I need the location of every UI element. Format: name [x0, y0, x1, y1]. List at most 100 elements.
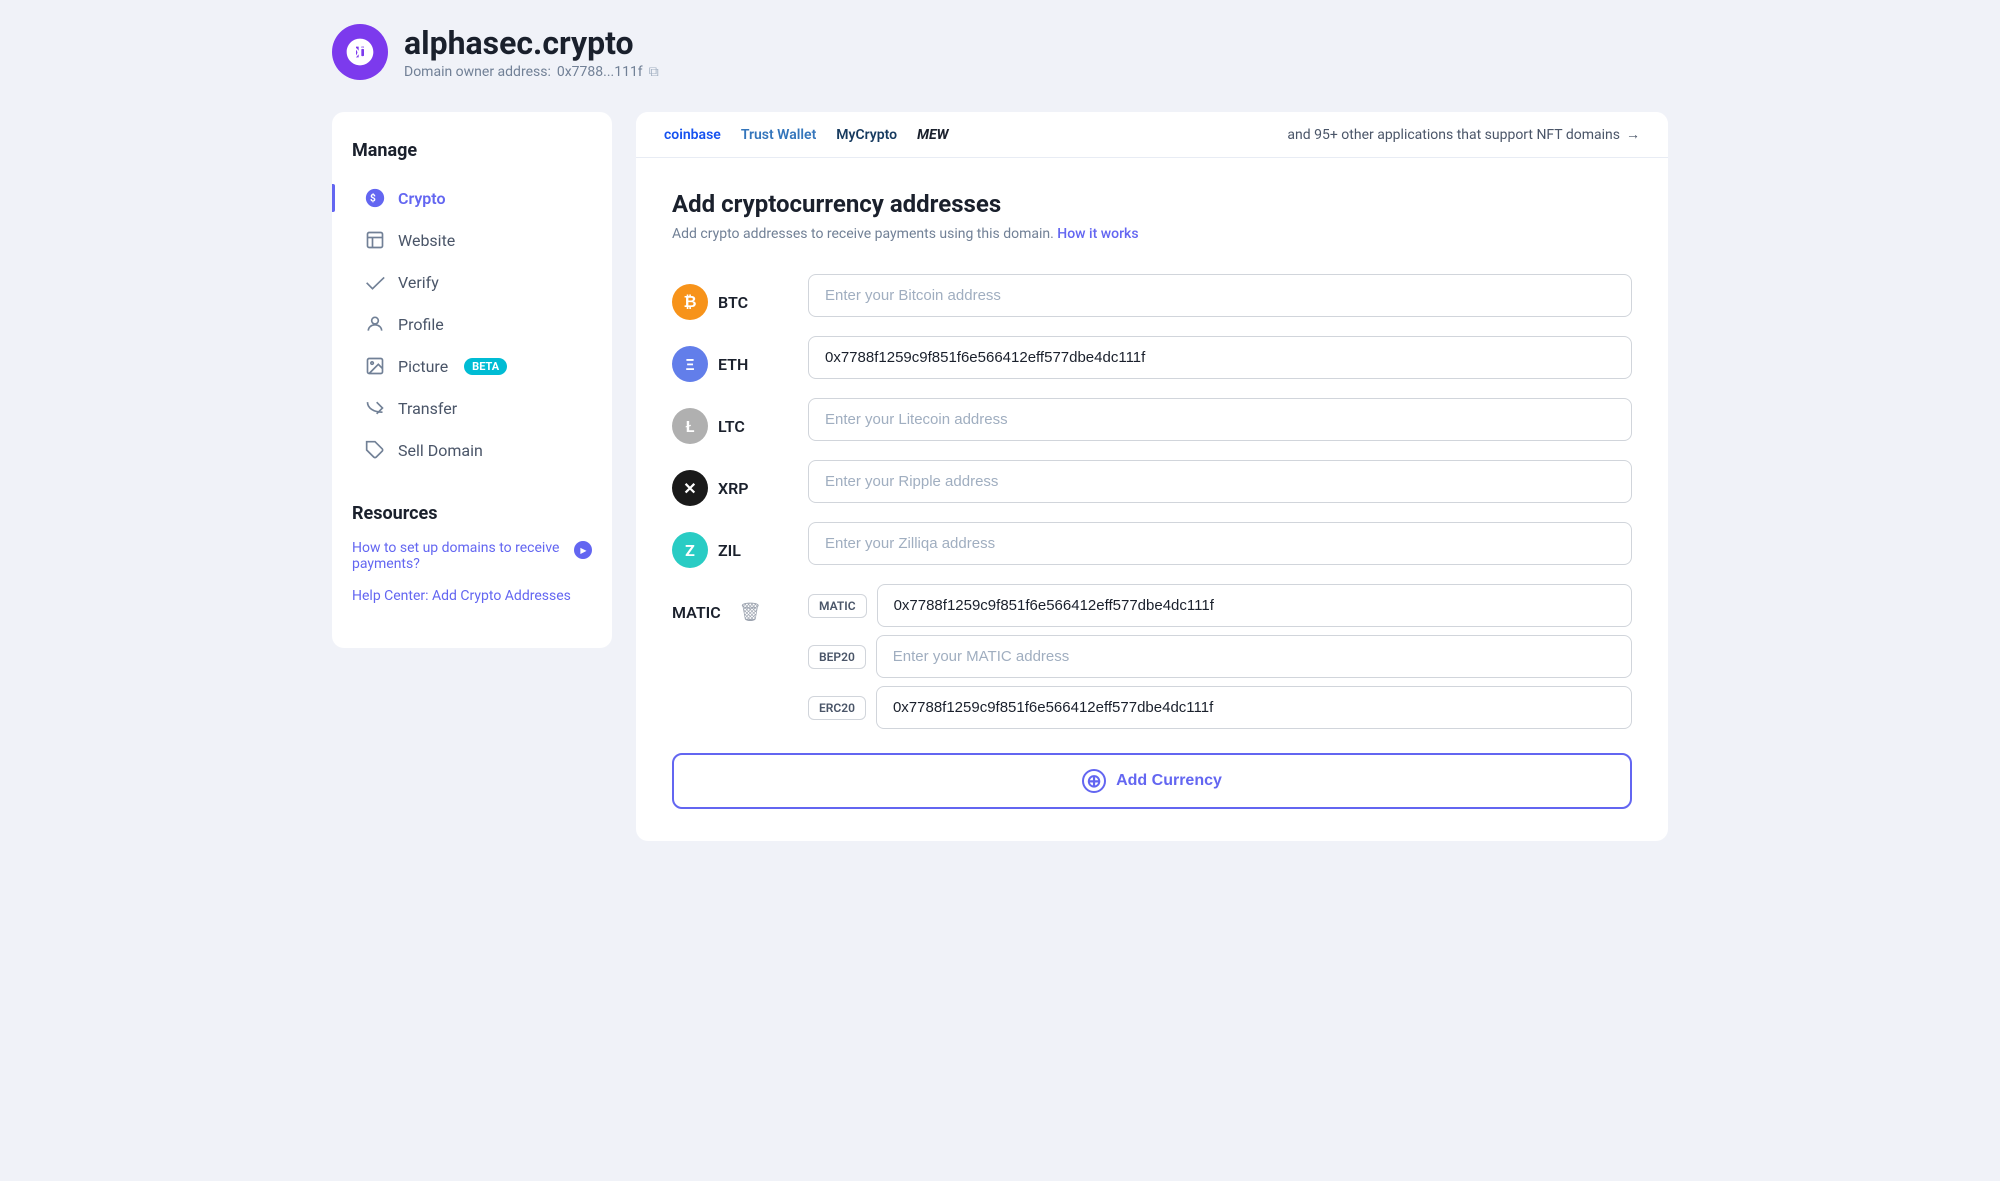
- setup-domains-text: How to set up domains to receive payment…: [352, 540, 568, 572]
- sidebar: Manage $ Crypto: [332, 112, 612, 648]
- crypto-icon: $: [364, 187, 386, 209]
- eth-ticker: ETH: [718, 355, 748, 374]
- matic-actions: MATIC 🗑: [672, 584, 770, 631]
- matic-label-area: MATIC 🗑: [672, 584, 792, 631]
- manage-title: Manage: [352, 140, 592, 161]
- sidebar-item-picture[interactable]: Picture BETA: [352, 345, 592, 387]
- owner-address: 0x7788...111f: [557, 64, 643, 80]
- owner-label: Domain owner address:: [404, 64, 551, 80]
- sidebar-item-verify[interactable]: Verify: [352, 261, 592, 303]
- matic-ticker: MATIC: [672, 603, 721, 622]
- sidebar-item-label: Transfer: [398, 399, 457, 418]
- zil-icon: Z: [672, 532, 708, 568]
- zil-inputs: [808, 522, 1632, 565]
- helpcenter-text: Help Center: Add Crypto Addresses: [352, 588, 571, 604]
- matic-matic-input[interactable]: [877, 584, 1632, 627]
- btc-inputs: [808, 274, 1632, 317]
- sidebar-item-crypto[interactable]: $ Crypto: [352, 177, 592, 219]
- xrp-ticker: XRP: [718, 479, 749, 498]
- section-desc: Add crypto addresses to receive payments…: [672, 226, 1632, 242]
- matic-tag-badge: MATIC: [808, 594, 867, 618]
- bep20-tag-badge: BEP20: [808, 645, 866, 669]
- svg-text:∞: ∞: [349, 41, 368, 63]
- verify-icon: [364, 271, 386, 293]
- sidebar-item-transfer[interactable]: Transfer: [352, 387, 592, 429]
- sidebar-item-label: Profile: [398, 315, 444, 334]
- page-header: ∞ alphasec.crypto Domain owner address: …: [332, 24, 1668, 80]
- profile-icon: [364, 313, 386, 335]
- matic-erc20-input[interactable]: [876, 686, 1632, 729]
- more-text: and 95+ other applications that support …: [1287, 127, 1620, 143]
- domain-name: alphasec.crypto: [404, 24, 659, 62]
- picture-icon: [364, 355, 386, 377]
- zil-row: Z ZIL: [672, 522, 1632, 568]
- xrp-row: ✕ XRP: [672, 460, 1632, 506]
- ltc-ticker: LTC: [718, 417, 745, 436]
- setup-domains-link[interactable]: How to set up domains to receive payment…: [352, 540, 592, 572]
- matic-input-row-1: MATIC: [808, 584, 1632, 627]
- sidebar-item-label: Picture: [398, 357, 448, 376]
- zil-label: Z ZIL: [672, 522, 792, 568]
- xrp-label: ✕ XRP: [672, 460, 792, 506]
- owner-subtitle: Domain owner address: 0x7788...111f ⧉: [404, 64, 659, 80]
- btc-ticker: BTC: [718, 293, 748, 312]
- ltc-row: Ł LTC: [672, 398, 1632, 444]
- section-title: Add cryptocurrency addresses: [672, 190, 1632, 218]
- sidebar-item-website[interactable]: Website: [352, 219, 592, 261]
- more-arrow: →: [1626, 126, 1640, 143]
- sidebar-item-sell[interactable]: Sell Domain: [352, 429, 592, 471]
- crypto-rows: ₿ BTC Ξ ETH: [672, 274, 1632, 729]
- matic-input-row-2: BEP20: [808, 635, 1632, 678]
- sidebar-item-label: Verify: [398, 273, 439, 292]
- sidebar-item-label: Crypto: [398, 189, 446, 208]
- how-it-works-link[interactable]: How it works: [1057, 226, 1138, 242]
- btc-label: ₿ BTC: [672, 274, 792, 320]
- ltc-label: Ł LTC: [672, 398, 792, 444]
- play-icon: [574, 541, 592, 559]
- coinbase-logo: coinbase: [664, 127, 721, 143]
- matic-input-row-3: ERC20: [808, 686, 1632, 729]
- eth-inputs: [808, 336, 1632, 379]
- app-bar: coinbase Trust Wallet MyCrypto MEW and 9…: [636, 112, 1668, 158]
- zil-input[interactable]: [808, 522, 1632, 565]
- xrp-icon: ✕: [672, 470, 708, 506]
- mycrypto-logo: MyCrypto: [836, 127, 897, 143]
- domain-logo: ∞: [332, 24, 388, 80]
- add-currency-button[interactable]: ⊕ Add Currency: [672, 753, 1632, 809]
- website-icon: [364, 229, 386, 251]
- matic-inputs: MATIC BEP20 ERC20: [808, 584, 1632, 729]
- trust-wallet-logo: Trust Wallet: [741, 127, 816, 143]
- header-text: alphasec.crypto Domain owner address: 0x…: [404, 24, 659, 80]
- add-currency-label: Add Currency: [1116, 772, 1222, 790]
- content-panel: coinbase Trust Wallet MyCrypto MEW and 9…: [636, 112, 1668, 841]
- copy-address-icon[interactable]: ⧉: [649, 64, 659, 80]
- btc-input[interactable]: [808, 274, 1632, 317]
- eth-input[interactable]: [808, 336, 1632, 379]
- matic-bep20-input[interactable]: [876, 635, 1632, 678]
- sidebar-item-label: Website: [398, 231, 455, 250]
- ltc-icon: Ł: [672, 408, 708, 444]
- matic-row: MATIC 🗑 MATIC BEP20: [672, 584, 1632, 729]
- content-body: Add cryptocurrency addresses Add crypto …: [636, 158, 1668, 841]
- matic-delete-button[interactable]: 🗑: [731, 594, 770, 631]
- transfer-icon: [364, 397, 386, 419]
- main-layout: Manage $ Crypto: [332, 112, 1668, 841]
- app-bar-more: and 95+ other applications that support …: [1287, 126, 1640, 143]
- btc-icon: ₿: [672, 284, 708, 320]
- sidebar-item-label: Sell Domain: [398, 441, 483, 460]
- ltc-input[interactable]: [808, 398, 1632, 441]
- erc20-tag-badge: ERC20: [808, 696, 866, 720]
- btc-row: ₿ BTC: [672, 274, 1632, 320]
- resources-title: Resources: [352, 503, 592, 524]
- eth-label: Ξ ETH: [672, 336, 792, 382]
- ltc-inputs: [808, 398, 1632, 441]
- mew-logo: MEW: [917, 127, 948, 143]
- plus-circle-icon: ⊕: [1082, 769, 1106, 793]
- sidebar-nav: $ Crypto Website: [352, 177, 592, 471]
- eth-row: Ξ ETH: [672, 336, 1632, 382]
- sell-icon: [364, 439, 386, 461]
- xrp-input[interactable]: [808, 460, 1632, 503]
- helpcenter-link[interactable]: Help Center: Add Crypto Addresses: [352, 588, 592, 604]
- sidebar-item-profile[interactable]: Profile: [352, 303, 592, 345]
- beta-badge: BETA: [464, 358, 507, 375]
